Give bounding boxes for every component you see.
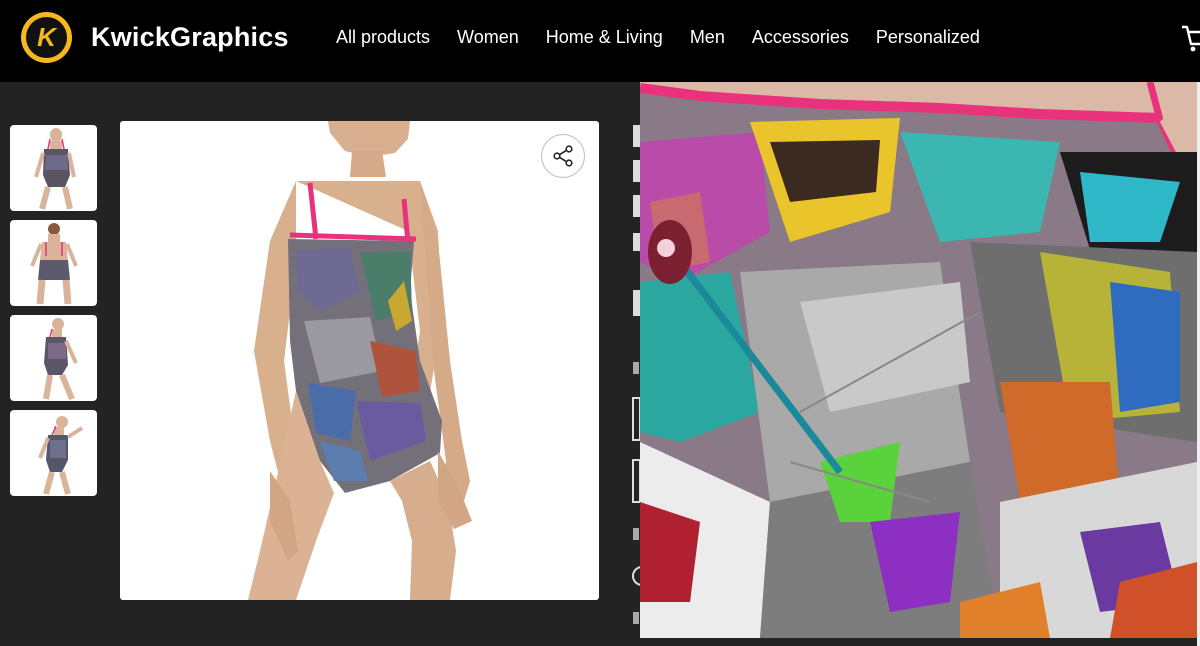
- nav-item-accessories[interactable]: Accessories: [752, 27, 849, 48]
- site-header: K KwickGraphics All products Women Home …: [0, 0, 1200, 82]
- thumbnail-side[interactable]: [10, 315, 97, 401]
- thumbnail-list: [10, 125, 97, 505]
- thumbnail-back[interactable]: [10, 220, 97, 306]
- thumbnail-front[interactable]: [10, 125, 97, 211]
- nav-item-all-products[interactable]: All products: [336, 27, 430, 48]
- zoom-preview-image: [640, 82, 1197, 638]
- main-product-image[interactable]: [120, 121, 599, 600]
- nav-item-personalized[interactable]: Personalized: [876, 27, 980, 48]
- brand-name[interactable]: KwickGraphics: [91, 22, 289, 53]
- brand-logo-icon[interactable]: K: [21, 12, 72, 63]
- share-button[interactable]: [541, 134, 585, 178]
- nav-item-men[interactable]: Men: [690, 27, 725, 48]
- nav-item-women[interactable]: Women: [457, 27, 519, 48]
- product-info-column: [600, 100, 640, 646]
- main-nav: All products Women Home & Living Men Acc…: [336, 27, 1007, 48]
- logo-letter: K: [37, 22, 56, 52]
- nav-item-home-living[interactable]: Home & Living: [546, 27, 663, 48]
- shopping-cart-icon[interactable]: [1180, 22, 1200, 54]
- share-icon: [553, 145, 573, 167]
- thumbnail-pose[interactable]: [10, 410, 97, 496]
